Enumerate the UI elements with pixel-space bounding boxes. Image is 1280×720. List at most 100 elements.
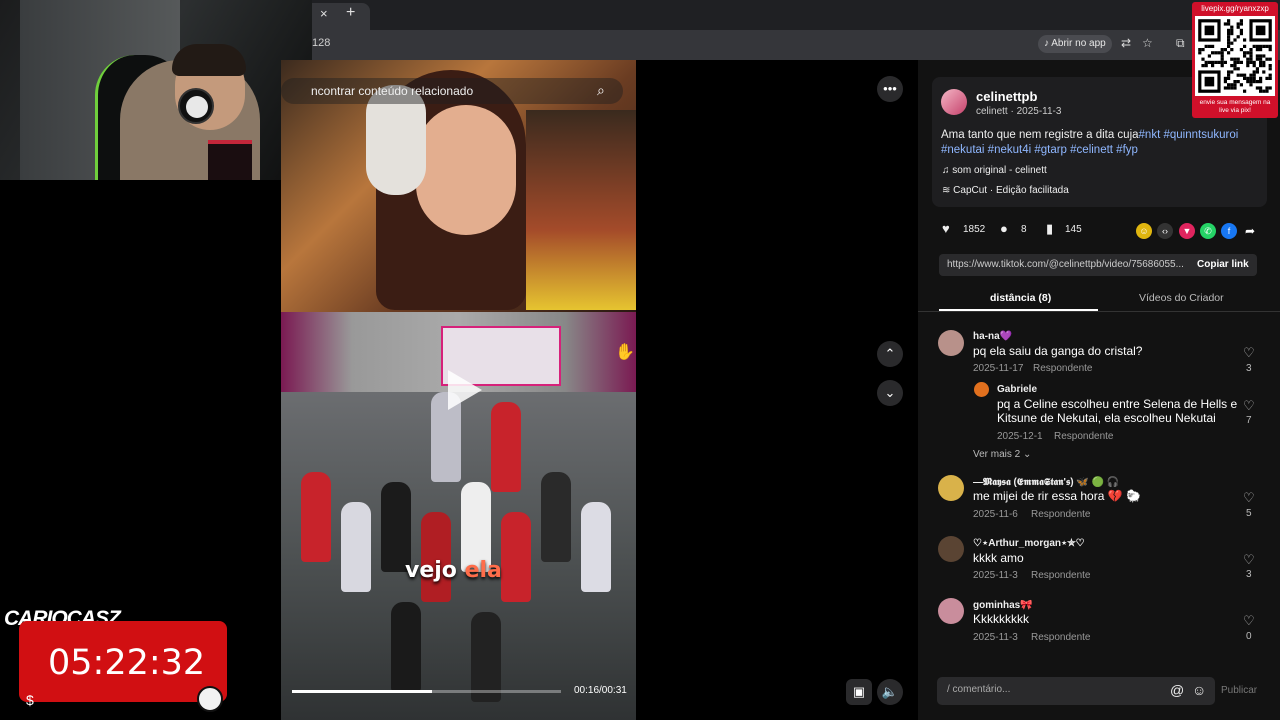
see-more-replies[interactable]: Ver mais 2 ⌄ xyxy=(973,449,1031,460)
comment-author[interactable]: ♡⋆Arthur_morgan⋆✮♡ xyxy=(973,538,1085,549)
likes-count: 1852 xyxy=(963,224,986,235)
video-time: 00:16/00:31 xyxy=(574,685,627,696)
send-icon[interactable]: ▼ xyxy=(1179,223,1195,239)
translate-icon[interactable]: ⇄ xyxy=(1121,36,1131,50)
embed-icon[interactable]: ‹› xyxy=(1157,223,1173,239)
webcam-streamer-hair xyxy=(172,44,246,76)
creator-avatar[interactable] xyxy=(941,89,967,115)
desc-text: Ama tanto que nem registre a dita cuja xyxy=(941,129,1139,141)
comment-like-icon[interactable]: ♡ xyxy=(1243,345,1255,361)
video-caption: vejo ela xyxy=(405,558,502,583)
pix-message: envie sua mensagem na live via pix! xyxy=(1199,99,1271,114)
whatsapp-icon[interactable]: ✆ xyxy=(1200,223,1216,239)
tabs-divider xyxy=(918,311,1280,312)
stream-timer: 05:22:32 xyxy=(48,643,206,683)
video-progress-bar[interactable] xyxy=(292,690,561,693)
heart-icon[interactable]: ♥ xyxy=(942,221,950,236)
capcut-row[interactable]: ≋ CapCut · Edição facilitada xyxy=(942,185,1069,196)
reply-button[interactable]: Respondente xyxy=(1054,431,1114,442)
share-arrow-icon[interactable]: ➦ xyxy=(1242,223,1258,239)
comment-author[interactable]: —𝕸𝖆𝖞𝖘𝖆 (𝕰𝖒𝖒𝖆𝕾𝖙𝖆𝖓'𝖘) 🦋 🟢 🎧 xyxy=(973,477,1119,488)
comment-icon[interactable]: ● xyxy=(1000,221,1008,236)
capcut-label: CapCut · Edição facilitada xyxy=(953,185,1069,196)
crowd-figure xyxy=(391,602,421,692)
comment-avatar[interactable] xyxy=(938,330,964,356)
comment-like-icon[interactable]: ♡ xyxy=(1243,613,1255,629)
url-text[interactable]: 128 xyxy=(312,37,330,49)
reply-button[interactable]: Respondente xyxy=(1031,509,1091,520)
comment-like-count: 3 xyxy=(1246,569,1252,580)
comment-date: 2025-11-6 xyxy=(973,509,1018,520)
comment-author[interactable]: Gabriele xyxy=(997,384,1037,395)
qr-code-icon xyxy=(1195,16,1275,96)
comment-text-line2: Kitsune de Nekutai, ela escolheu Nekutai xyxy=(997,411,1216,425)
emoji-icon[interactable]: ☺ xyxy=(1192,682,1206,698)
crowd-figure xyxy=(301,472,331,562)
reply-button[interactable]: Respondente xyxy=(1031,632,1091,643)
comment-like-count: 0 xyxy=(1246,631,1252,642)
sound-label: som original - celinett xyxy=(952,165,1047,176)
creator-username[interactable]: celinettpb xyxy=(976,89,1037,104)
comment-text: kkkk amo xyxy=(973,551,1024,565)
comment-like-icon[interactable]: ♡ xyxy=(1243,552,1255,568)
reply-button[interactable]: Respondente xyxy=(1033,363,1093,374)
comment-author[interactable]: ha-na💜 xyxy=(973,331,1012,342)
bookmark-icon[interactable]: ▮ xyxy=(1046,221,1053,237)
webcam-overlay xyxy=(0,0,312,180)
video-link-url[interactable]: https://www.tiktok.com/@celinettpb/video… xyxy=(947,259,1184,270)
crowd-figure xyxy=(341,502,371,592)
copy-link-button[interactable]: Copiar link xyxy=(1197,259,1249,270)
comment-text-line1: pq a Celine escolheu entre Selena de Hel… xyxy=(997,397,1238,411)
open-app-button[interactable]: ♪ Abrir no app xyxy=(1038,35,1112,53)
comment-date: 2025-11-17 xyxy=(973,363,1024,374)
reply-button[interactable]: Respondente xyxy=(1031,570,1091,581)
pix-url: livepix.gg/ryanxzxp xyxy=(1201,4,1269,13)
dollar-icon: $ xyxy=(26,692,34,708)
related-search-text[interactable]: ncontrar conteúdo relacionado xyxy=(311,84,473,98)
play-icon[interactable] xyxy=(448,370,482,410)
more-options-icon[interactable]: ••• xyxy=(877,76,903,102)
tab-creator-videos[interactable]: Vídeos do Criador xyxy=(1139,292,1224,304)
tab-close-icon[interactable]: × xyxy=(320,6,328,21)
chevron-down-icon[interactable]: ⌄ xyxy=(877,380,903,406)
pip-icon[interactable]: ▣ xyxy=(846,679,872,705)
chevron-up-icon[interactable]: ⌃ xyxy=(877,341,903,367)
crowd-figure xyxy=(491,402,521,492)
comment-like-icon[interactable]: ♡ xyxy=(1243,490,1255,506)
comment-like-count: 5 xyxy=(1246,508,1252,519)
crowd-figure xyxy=(421,512,451,602)
comment-avatar[interactable] xyxy=(938,598,964,624)
mouse-cursor-icon: ✋ xyxy=(615,344,635,361)
coin-icon[interactable]: ☺ xyxy=(1136,223,1152,239)
new-tab-button[interactable]: + xyxy=(346,4,355,22)
star-icon[interactable]: ☆ xyxy=(1142,36,1153,50)
hashtags-line1[interactable]: #nkt #quinntsukuroi xyxy=(1139,129,1239,141)
publish-button[interactable]: Publicar xyxy=(1221,685,1257,696)
caption-word-2: ela xyxy=(464,558,502,583)
extensions-icon[interactable]: ⧉ xyxy=(1176,36,1185,51)
comment-date: 2025-11-3 xyxy=(973,632,1018,643)
crowd-figure xyxy=(471,612,501,702)
comments-count: 8 xyxy=(1021,224,1027,235)
hashtags-line2[interactable]: #nekutai #nekut4i #gtarp #celinett #fyp xyxy=(941,144,1138,156)
comment-avatar[interactable] xyxy=(938,475,964,501)
tab-comments[interactable]: distância (8) xyxy=(990,292,1051,304)
comment-date: 2025-11-3 xyxy=(973,570,1018,581)
mention-icon[interactable]: @ xyxy=(1170,682,1184,698)
video-plush-shelf xyxy=(526,110,636,310)
comment-placeholder[interactable]: / comentário... xyxy=(947,684,1010,695)
comment-author[interactable]: gominhas🎀 xyxy=(973,600,1033,611)
search-icon[interactable]: ⌕ xyxy=(597,82,605,99)
comment-like-icon[interactable]: ♡ xyxy=(1243,398,1255,414)
caption-word-1: vejo xyxy=(405,558,465,583)
comment-text: me mijei de rir essa hora 💔 🐑 xyxy=(973,489,1141,503)
comment-like-count: 7 xyxy=(1246,415,1252,426)
facebook-icon[interactable]: f xyxy=(1221,223,1237,239)
sound-row[interactable]: ♫ som original - celinett xyxy=(942,165,1047,176)
saves-count: 145 xyxy=(1065,224,1082,235)
volume-icon[interactable]: 🔈 xyxy=(877,679,903,705)
crowd-figure xyxy=(541,472,571,562)
reply-avatar[interactable] xyxy=(974,382,989,397)
comment-avatar[interactable] xyxy=(938,536,964,562)
comment-date: 2025-12-1 xyxy=(997,431,1043,442)
